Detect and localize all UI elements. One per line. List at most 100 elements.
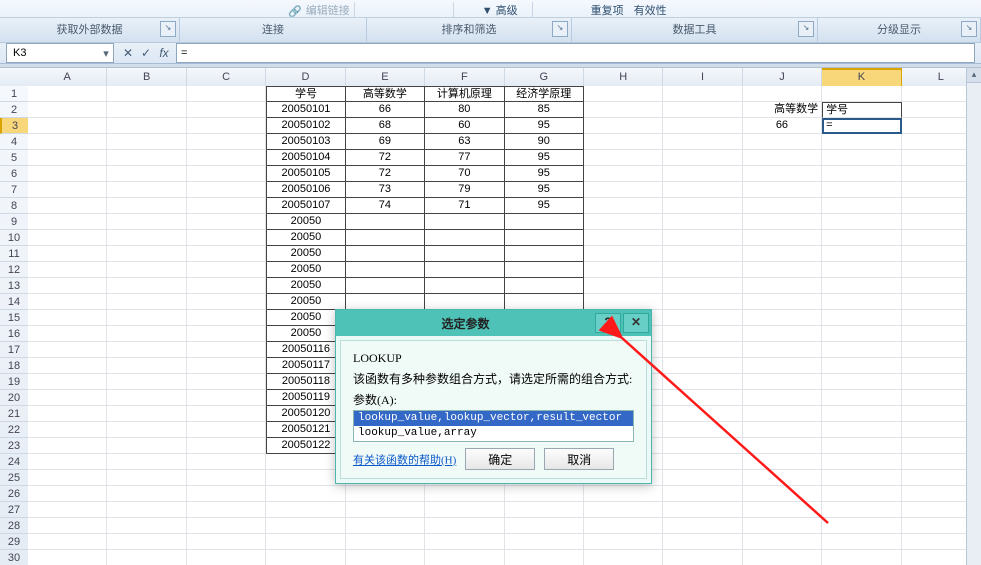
cell-H4[interactable] xyxy=(584,134,663,150)
cell-H29[interactable] xyxy=(584,534,663,550)
cell-F12[interactable] xyxy=(425,262,504,278)
cell-B16[interactable] xyxy=(107,326,186,342)
cell-K4[interactable] xyxy=(822,134,901,150)
row-header-18[interactable]: 18 xyxy=(0,358,28,374)
cell-F5[interactable]: 77 xyxy=(425,150,504,166)
fx-icon[interactable]: fx xyxy=(156,46,172,60)
cell-C10[interactable] xyxy=(187,230,266,246)
cell-B13[interactable] xyxy=(107,278,186,294)
row-header-7[interactable]: 7 xyxy=(0,182,28,198)
cell-E29[interactable] xyxy=(346,534,425,550)
cell-H5[interactable] xyxy=(584,150,663,166)
worksheet[interactable]: ABCDEFGHIJKL 123456789101112131415161718… xyxy=(0,68,981,565)
cell-C7[interactable] xyxy=(187,182,266,198)
cell-D6[interactable]: 20050105 xyxy=(266,166,346,182)
cell-E8[interactable]: 74 xyxy=(346,198,425,214)
cell-F11[interactable] xyxy=(425,246,504,262)
cell-J22[interactable] xyxy=(743,422,822,438)
cell-B28[interactable] xyxy=(107,518,186,534)
cell-C24[interactable] xyxy=(187,454,266,470)
cell-J3[interactable]: 66 xyxy=(743,118,822,134)
cell-B17[interactable] xyxy=(107,342,186,358)
cell-E3[interactable]: 68 xyxy=(346,118,425,134)
row-header-19[interactable]: 19 xyxy=(0,374,28,390)
vertical-scrollbar[interactable]: ▴ xyxy=(966,68,981,565)
cell-F13[interactable] xyxy=(425,278,504,294)
cell-B11[interactable] xyxy=(107,246,186,262)
cell-I19[interactable] xyxy=(663,374,742,390)
row-header-9[interactable]: 9 xyxy=(0,214,28,230)
cell-C2[interactable] xyxy=(187,102,266,118)
cell-F7[interactable]: 79 xyxy=(425,182,504,198)
cell-H26[interactable] xyxy=(584,486,663,502)
cell-J6[interactable] xyxy=(743,166,822,182)
cell-F4[interactable]: 63 xyxy=(425,134,504,150)
cell-K19[interactable] xyxy=(822,374,901,390)
cell-D25[interactable] xyxy=(266,470,345,486)
cell-I3[interactable] xyxy=(663,118,742,134)
cell-H9[interactable] xyxy=(584,214,663,230)
group-launcher-icon[interactable]: ↘ xyxy=(552,21,568,37)
cell-D13[interactable]: 20050 xyxy=(266,278,346,294)
cell-I29[interactable] xyxy=(663,534,742,550)
row-header-30[interactable]: 30 xyxy=(0,550,28,565)
cell-K3[interactable]: = xyxy=(822,118,901,134)
column-header-H[interactable]: H xyxy=(584,68,663,86)
dialog-close-button[interactable]: ✕ xyxy=(623,313,649,333)
cell-G27[interactable] xyxy=(505,502,584,518)
cell-C27[interactable] xyxy=(187,502,266,518)
cell-A10[interactable] xyxy=(28,230,107,246)
ok-button[interactable]: 确定 xyxy=(465,448,535,470)
cell-C8[interactable] xyxy=(187,198,266,214)
cell-K7[interactable] xyxy=(822,182,901,198)
cell-C18[interactable] xyxy=(187,358,266,374)
cell-A9[interactable] xyxy=(28,214,107,230)
cell-J29[interactable] xyxy=(743,534,822,550)
advanced-filter-button[interactable]: ▼ 高级 xyxy=(482,2,518,18)
cell-I10[interactable] xyxy=(663,230,742,246)
cell-G6[interactable]: 95 xyxy=(505,166,584,182)
cell-D11[interactable]: 20050 xyxy=(266,246,346,262)
row-header-27[interactable]: 27 xyxy=(0,502,28,518)
row-header-28[interactable]: 28 xyxy=(0,518,28,534)
cell-J2[interactable]: 高等数学 xyxy=(743,102,822,118)
cell-K25[interactable] xyxy=(822,470,901,486)
cell-I26[interactable] xyxy=(663,486,742,502)
cell-F28[interactable] xyxy=(425,518,504,534)
cell-K12[interactable] xyxy=(822,262,901,278)
cell-I5[interactable] xyxy=(663,150,742,166)
group-launcher-icon[interactable]: ↘ xyxy=(160,21,176,37)
cell-J20[interactable] xyxy=(743,390,822,406)
row-header-2[interactable]: 2 xyxy=(0,102,28,118)
cell-A30[interactable] xyxy=(28,550,107,565)
cell-C21[interactable] xyxy=(187,406,266,422)
cell-K16[interactable] xyxy=(822,326,901,342)
cancel-button[interactable]: 取消 xyxy=(544,448,614,470)
cell-H10[interactable] xyxy=(584,230,663,246)
cell-J17[interactable] xyxy=(743,342,822,358)
cell-J7[interactable] xyxy=(743,182,822,198)
cell-G29[interactable] xyxy=(505,534,584,550)
cell-A23[interactable] xyxy=(28,438,107,454)
cell-G30[interactable] xyxy=(505,550,584,565)
cell-J21[interactable] xyxy=(743,406,822,422)
cell-E28[interactable] xyxy=(346,518,425,534)
cell-K10[interactable] xyxy=(822,230,901,246)
argument-option-1[interactable]: lookup_value,array xyxy=(354,426,633,441)
namebox-dropdown-icon[interactable]: ▾ xyxy=(99,47,113,60)
row-header-15[interactable]: 15 xyxy=(0,310,28,326)
cell-A25[interactable] xyxy=(28,470,107,486)
row-header-26[interactable]: 26 xyxy=(0,486,28,502)
cell-D27[interactable] xyxy=(266,502,345,518)
cell-C14[interactable] xyxy=(187,294,266,310)
cell-G8[interactable]: 95 xyxy=(505,198,584,214)
cell-I4[interactable] xyxy=(663,134,742,150)
cell-C28[interactable] xyxy=(187,518,266,534)
cell-A4[interactable] xyxy=(28,134,107,150)
column-header-C[interactable]: C xyxy=(187,68,266,86)
cell-B2[interactable] xyxy=(107,102,186,118)
cell-C6[interactable] xyxy=(187,166,266,182)
cell-B9[interactable] xyxy=(107,214,186,230)
row-header-6[interactable]: 6 xyxy=(0,166,28,182)
cell-I1[interactable] xyxy=(663,86,742,102)
